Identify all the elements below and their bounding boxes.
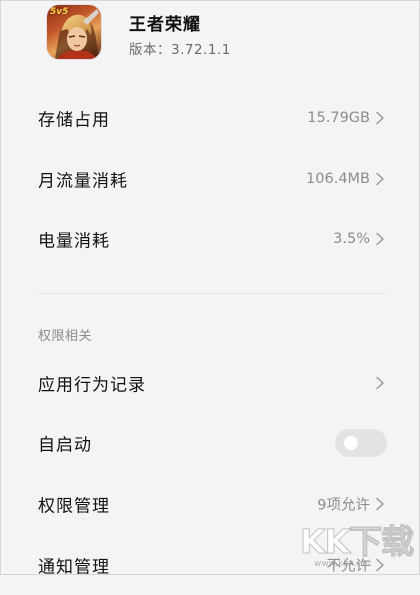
chevron-right-icon bbox=[376, 497, 384, 511]
app-header: 5v5 王者荣耀 版本：3.72.1.1 bbox=[0, 0, 420, 68]
chevron-right-icon bbox=[376, 376, 384, 390]
app-name: 王者荣耀 bbox=[129, 15, 201, 35]
watermark-text: KK下载 bbox=[299, 522, 414, 562]
section-divider bbox=[38, 293, 386, 294]
watermark: KK下载 www.kkx.net bbox=[299, 515, 418, 573]
storage-label: 存储占用 bbox=[38, 110, 110, 131]
permission-management-value: 9项允许 bbox=[317, 497, 370, 514]
storage-value: 15.79GB bbox=[307, 110, 370, 126]
version-number: 3.72.1.1 bbox=[171, 42, 231, 58]
data-usage-value: 106.4MB bbox=[306, 171, 370, 187]
app-version-row: 版本：3.72.1.1 bbox=[129, 38, 231, 58]
data-usage-label: 月流量消耗 bbox=[38, 171, 128, 192]
watermark-url: www.kkx.net bbox=[314, 559, 372, 569]
data-usage-row[interactable]: 月流量消耗 106.4MB bbox=[0, 149, 420, 209]
app-behavior-row[interactable]: 应用行为记录 bbox=[0, 353, 420, 413]
storage-row[interactable]: 存储占用 15.79GB bbox=[0, 88, 420, 148]
chevron-right-icon bbox=[376, 232, 384, 246]
chevron-right-icon bbox=[376, 172, 384, 186]
permission-management-label: 权限管理 bbox=[38, 496, 110, 517]
notification-management-label: 通知管理 bbox=[38, 557, 110, 578]
toggle-knob bbox=[344, 436, 358, 450]
app-icon: 5v5 bbox=[47, 5, 101, 59]
app-icon-badge: 5v5 bbox=[50, 7, 69, 17]
autostart-toggle[interactable] bbox=[335, 429, 387, 457]
version-label: 版本： bbox=[129, 42, 171, 58]
chevron-right-icon bbox=[376, 111, 384, 125]
autostart-row: 自启动 bbox=[0, 413, 420, 473]
battery-usage-value: 3.5% bbox=[333, 231, 370, 247]
section-title-permissions: 权限相关 bbox=[38, 329, 93, 344]
battery-usage-label: 电量消耗 bbox=[38, 231, 110, 252]
battery-usage-row[interactable]: 电量消耗 3.5% bbox=[0, 209, 420, 269]
app-behavior-label: 应用行为记录 bbox=[38, 375, 146, 396]
autostart-label: 自启动 bbox=[38, 435, 92, 456]
